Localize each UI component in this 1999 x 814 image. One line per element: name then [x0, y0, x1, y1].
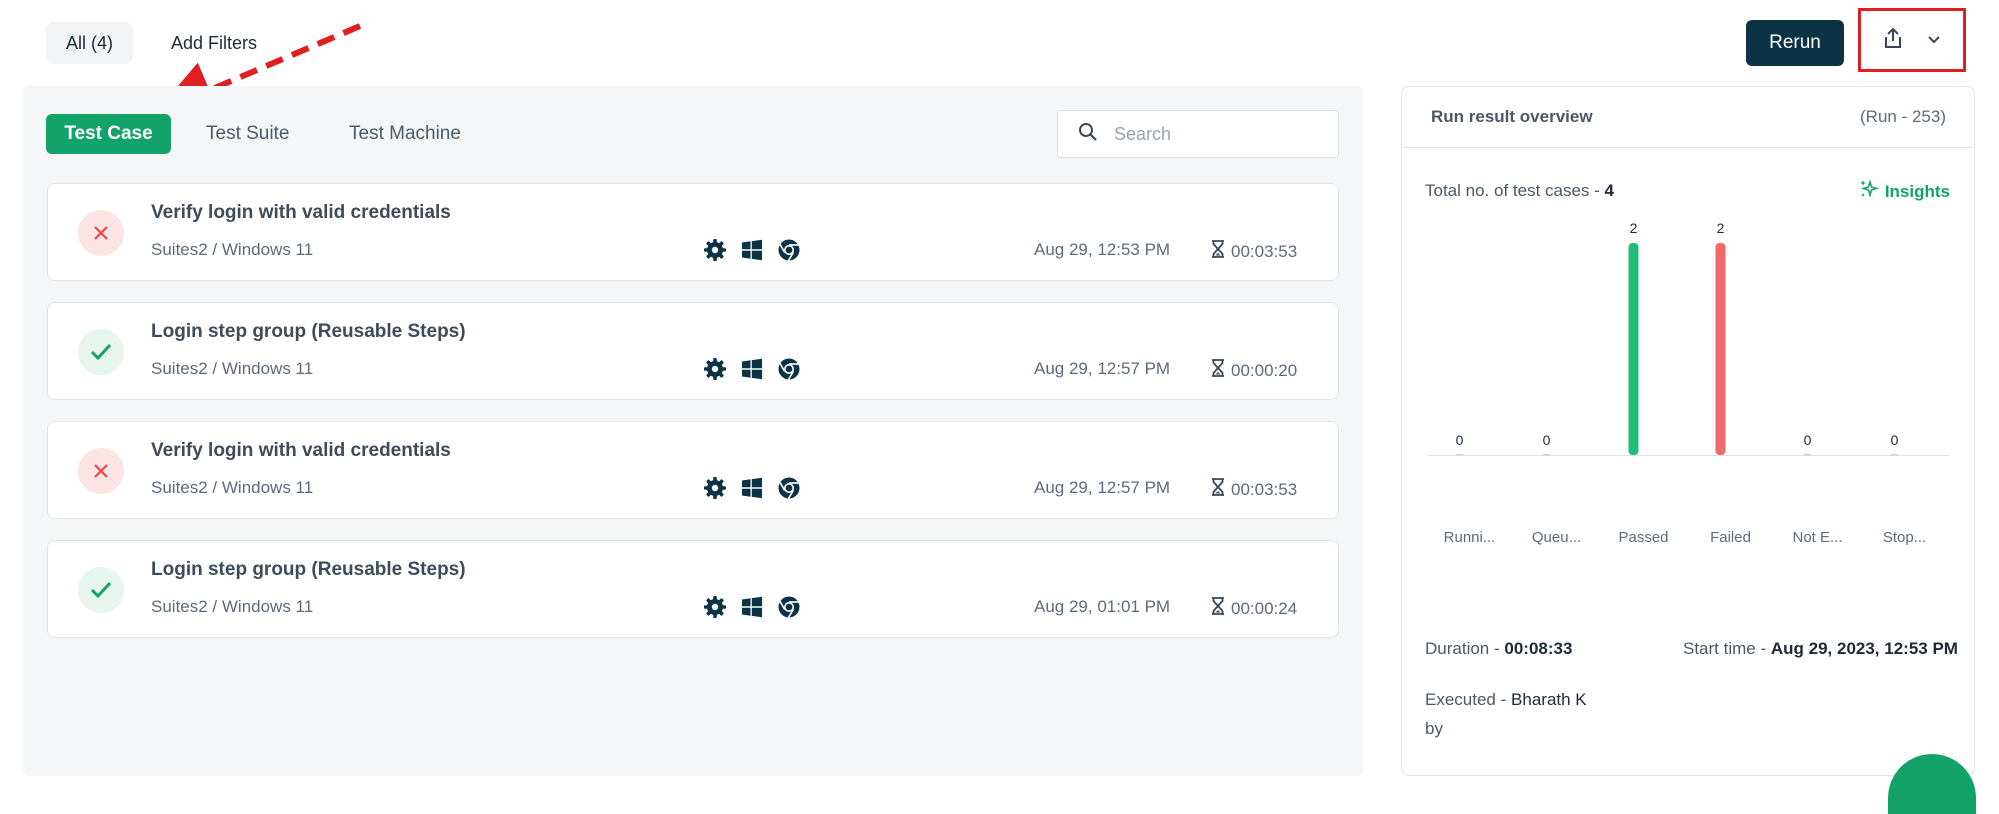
start-time-label: Start time -	[1683, 639, 1767, 658]
chart-bar[interactable]	[1715, 243, 1726, 455]
export-highlight	[1858, 8, 1966, 72]
search-input[interactable]	[1112, 122, 1316, 146]
test-case-date: Aug 29, 01:01 PM	[1034, 597, 1171, 616]
failed-status-icon	[78, 448, 124, 494]
test-case-title[interactable]: Login step group (Reusable Steps)	[151, 321, 466, 343]
gear-icon	[703, 595, 727, 624]
gear-icon	[703, 238, 727, 267]
chart-bar[interactable]	[1890, 454, 1899, 456]
filter-all-chip[interactable]: All (4)	[46, 22, 134, 64]
chart-category-label: Stop...	[1883, 529, 1926, 546]
duration-text: 00:00:20	[1231, 360, 1298, 380]
chart-category-label: Runni...	[1444, 529, 1496, 546]
windows-icon	[741, 596, 763, 623]
duration-text: 00:03:53	[1231, 479, 1298, 499]
tab-test-machine[interactable]: Test Machine	[349, 114, 461, 154]
duration-value: 00:08:33	[1504, 639, 1573, 658]
start-time-value: Aug 29, 2023, 12:53 PM	[1770, 639, 1958, 658]
gear-icon	[703, 476, 727, 505]
run-number: (Run - 253)	[1860, 107, 1946, 126]
chart-data-label: 0	[1543, 432, 1551, 448]
test-case-duration: 00:03:53	[1211, 478, 1297, 501]
test-case-date: Aug 29, 12:57 PM	[1034, 359, 1171, 378]
passed-status-icon	[78, 567, 124, 613]
test-case-title[interactable]: Verify login with valid credentials	[151, 440, 451, 462]
duration-text: 00:00:24	[1231, 598, 1298, 618]
chart-bar[interactable]	[1628, 243, 1639, 455]
environment-icons	[703, 238, 801, 267]
search-icon	[1078, 122, 1098, 147]
insights-button[interactable]: Insights	[1859, 179, 1950, 204]
hourglass-icon	[1211, 478, 1225, 501]
environment-icons	[703, 595, 801, 624]
chart-data-label: 0	[1804, 432, 1812, 448]
chart-bar[interactable]	[1803, 454, 1812, 456]
insights-label: Insights	[1884, 181, 1950, 201]
test-case-row[interactable]: Login step group (Reusable Steps) Suites…	[47, 540, 1339, 638]
sparkle-icon	[1859, 179, 1880, 204]
chart-data-label: 2	[1717, 220, 1725, 236]
test-case-duration: 00:03:53	[1211, 240, 1297, 263]
test-case-duration: 00:00:20	[1211, 359, 1297, 382]
test-case-row[interactable]: Verify login with valid credentials Suit…	[47, 183, 1339, 281]
chart-bar[interactable]	[1542, 454, 1551, 456]
test-case-suite-path: Suites2 / Windows 11	[151, 478, 314, 497]
test-case-duration: 00:00:24	[1211, 597, 1297, 620]
duration-info: Duration - 00:08:33	[1425, 639, 1572, 659]
chart-category-label: Passed	[1618, 529, 1668, 546]
chart-category-label: Not E...	[1792, 529, 1842, 546]
duration-label: Duration -	[1425, 639, 1500, 658]
executed-by-value: Bharath K	[1511, 690, 1587, 709]
executed-by-info: Executed - Bharath K	[1425, 690, 1587, 710]
executed-by-suffix: by	[1425, 719, 1443, 738]
chart-data-label: 0	[1456, 432, 1464, 448]
passed-status-icon	[78, 329, 124, 375]
gear-icon	[703, 357, 727, 386]
executed-separator: -	[1500, 690, 1507, 709]
share-icon[interactable]	[1883, 27, 1903, 54]
test-case-suite-path: Suites2 / Windows 11	[151, 597, 314, 616]
chart-category-label: Failed	[1710, 529, 1751, 546]
test-case-row[interactable]: Verify login with valid credentials Suit…	[47, 421, 1339, 519]
test-case-suite-path: Suites2 / Windows 11	[151, 359, 314, 378]
tab-test-case[interactable]: Test Case	[46, 114, 171, 154]
test-case-date: Aug 29, 12:53 PM	[1034, 240, 1171, 259]
total-label: Total no. of test cases -	[1425, 181, 1600, 200]
chart-category-label: Queu...	[1532, 529, 1581, 546]
hourglass-icon	[1211, 240, 1225, 263]
overview-header: Run result overview (Run - 253)	[1402, 87, 1974, 148]
chrome-icon	[777, 476, 801, 505]
chart-data-label: 0	[1891, 432, 1899, 448]
start-time-info: Start time - Aug 29, 2023, 12:53 PM	[1683, 639, 1958, 659]
tab-test-suite[interactable]: Test Suite	[206, 114, 289, 154]
windows-icon	[741, 358, 763, 385]
run-overview-panel: Run result overview (Run - 253) Total no…	[1401, 86, 1975, 776]
test-case-suite-path: Suites2 / Windows 11	[151, 240, 314, 259]
chart-bar[interactable]	[1455, 454, 1464, 456]
environment-icons	[703, 476, 801, 505]
total-test-cases: Total no. of test cases - 4	[1425, 181, 1614, 201]
failed-status-icon	[78, 210, 124, 256]
test-case-row[interactable]: Login step group (Reusable Steps) Suites…	[47, 302, 1339, 400]
test-case-title[interactable]: Login step group (Reusable Steps)	[151, 559, 466, 581]
duration-text: 00:03:53	[1231, 241, 1298, 261]
windows-icon	[741, 239, 763, 266]
chevron-down-icon[interactable]	[1927, 31, 1941, 49]
search-field	[1057, 110, 1339, 158]
hourglass-icon	[1211, 597, 1225, 620]
test-case-title[interactable]: Verify login with valid credentials	[151, 202, 451, 224]
run-status-bar-chart: 0 Runni... 0 Queu... 2 Passed 2 Failed 0 Not E...…	[1428, 220, 1950, 546]
chrome-icon	[777, 595, 801, 624]
test-case-date: Aug 29, 12:57 PM	[1034, 478, 1171, 497]
executed-label: Executed	[1425, 690, 1496, 709]
hourglass-icon	[1211, 359, 1225, 382]
overview-title: Run result overview	[1431, 107, 1593, 126]
chart-data-label: 2	[1630, 220, 1638, 236]
chrome-icon	[777, 238, 801, 267]
chrome-icon	[777, 357, 801, 386]
environment-icons	[703, 357, 801, 386]
windows-icon	[741, 477, 763, 504]
total-value: 4	[1604, 181, 1615, 200]
rerun-button[interactable]: Rerun	[1746, 20, 1844, 66]
